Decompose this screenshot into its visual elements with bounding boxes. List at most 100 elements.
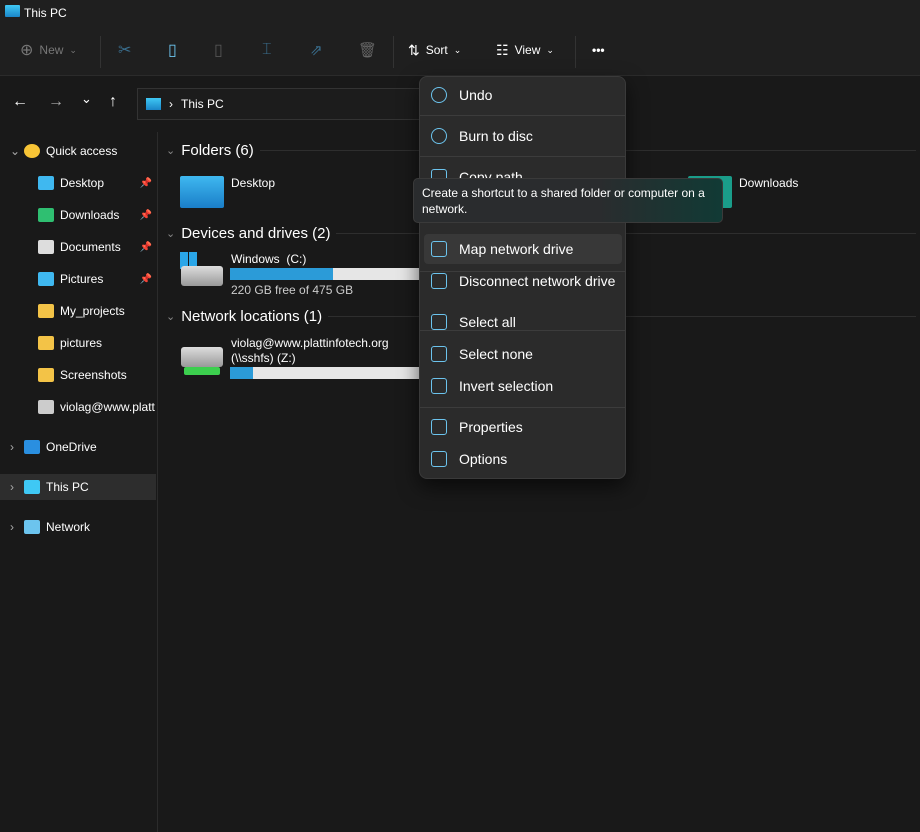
drive-z-usage-bar xyxy=(230,367,420,379)
cut-icon[interactable]: ✂ xyxy=(118,28,131,72)
options-icon xyxy=(431,451,447,467)
folder-icon xyxy=(38,304,54,318)
map-drive-icon xyxy=(431,241,447,257)
menu-divider xyxy=(420,156,625,157)
select-none-icon xyxy=(431,346,447,362)
breadcrumb[interactable]: This PC xyxy=(181,97,224,111)
menu-item-select-none[interactable]: Select none xyxy=(424,339,622,369)
chevron-right-icon[interactable]: › xyxy=(10,440,24,454)
sidebar-item-pictures[interactable]: Pictures 📌 xyxy=(0,266,156,292)
sidebar-item-label: OneDrive xyxy=(46,440,97,454)
sidebar-item-this-pc[interactable]: › This PC xyxy=(0,474,156,500)
folder-desktop[interactable]: Desktop xyxy=(180,172,380,212)
menu-item-burn-to-disc[interactable]: Burn to disc xyxy=(424,121,622,151)
chevron-down-icon[interactable]: ⌄ xyxy=(10,144,24,158)
download-icon xyxy=(38,208,54,222)
chevron-down-icon: ⌄ xyxy=(166,311,176,323)
sidebar-item-label: My_projects xyxy=(60,304,125,318)
computer-icon xyxy=(5,5,20,17)
sort-button[interactable]: ⇅ Sort ⌄ xyxy=(408,28,461,72)
menu-item-options[interactable]: Options xyxy=(424,444,622,474)
sidebar-item-downloads[interactable]: Downloads 📌 xyxy=(0,202,156,228)
navigation-pane: ⌄ Quick access Desktop 📌 Downloads 📌 Documents… xyxy=(0,132,158,832)
sidebar-item-quick-access[interactable]: ⌄ Quick access xyxy=(0,138,156,164)
properties-icon xyxy=(431,419,447,435)
invert-selection-icon xyxy=(431,378,447,394)
drive-c[interactable]: Windows (C:) 220 GB free of 475 GB xyxy=(180,250,430,300)
plus-circle-icon: ⊕ xyxy=(20,42,34,59)
hard-drive-icon xyxy=(181,266,223,286)
sidebar-item-network[interactable]: › Network xyxy=(0,514,156,540)
paste-icon[interactable]: ▯ xyxy=(214,28,223,72)
drive-z[interactable]: violag@www.plattinfotech.org (\\sshfs) (… xyxy=(180,335,430,385)
rename-icon[interactable]: ⌶ xyxy=(262,28,272,72)
sidebar-item-label: violag@www.platt xyxy=(60,400,155,414)
folder-icon xyxy=(38,368,54,382)
computer-icon xyxy=(24,480,40,494)
sidebar-item-label: pictures xyxy=(60,336,103,350)
menu-item-undo[interactable]: Undo xyxy=(424,80,622,110)
chevron-down-icon: ⌄ xyxy=(453,44,462,55)
sidebar-item-documents[interactable]: Documents 📌 xyxy=(0,234,156,260)
menu-divider xyxy=(420,115,625,116)
recent-chevron-icon[interactable]: ⌄ xyxy=(81,91,92,107)
sidebar-item-label: Network xyxy=(46,520,91,534)
pin-icon: 📌 xyxy=(139,209,152,221)
menu-item-map-network-drive[interactable]: Map network drive xyxy=(424,234,622,264)
copy-icon[interactable]: ▯ xyxy=(168,28,177,72)
sidebar-item-onedrive[interactable]: › OneDrive xyxy=(0,434,156,460)
disconnect-drive-icon xyxy=(431,273,447,289)
document-icon xyxy=(38,240,54,254)
undo-icon xyxy=(431,87,447,103)
cloud-icon xyxy=(24,440,40,454)
burn-disc-icon xyxy=(431,128,447,144)
sidebar-item-screenshots[interactable]: Screenshots xyxy=(0,362,156,388)
forward-arrow-icon[interactable]: → xyxy=(48,93,64,111)
delete-icon[interactable]: 🗑 xyxy=(358,28,377,72)
breadcrumb-chevron-icon: › xyxy=(169,97,173,111)
select-all-icon xyxy=(431,314,447,330)
view-list-icon: ☷ xyxy=(496,41,509,58)
menu-item-properties[interactable]: Properties xyxy=(424,412,622,442)
desktop-icon xyxy=(38,176,54,190)
back-arrow-icon[interactable]: ← xyxy=(12,93,28,111)
chevron-right-icon[interactable]: › xyxy=(10,520,24,534)
window-title: This PC xyxy=(24,6,67,20)
chevron-down-icon: ⌄ xyxy=(69,44,77,55)
drive-c-usage-bar xyxy=(230,268,420,280)
title-bar: This PC xyxy=(0,0,920,28)
network-drive-icon xyxy=(181,347,223,367)
menu-divider xyxy=(420,407,625,408)
sidebar-item-label: Desktop xyxy=(60,176,105,190)
sidebar-item-label: Downloads xyxy=(60,208,120,222)
menu-item-select-all[interactable]: Select all xyxy=(424,307,622,337)
share-icon[interactable]: ⇗ xyxy=(310,28,323,72)
folder-icon xyxy=(38,336,54,350)
up-arrow-icon[interactable]: ↑ xyxy=(109,93,117,111)
sidebar-item-desktop[interactable]: Desktop 📌 xyxy=(0,170,156,196)
pin-icon: 📌 xyxy=(139,177,152,189)
pin-icon: 📌 xyxy=(139,241,152,253)
sidebar-item-pictures[interactable]: pictures xyxy=(0,330,156,356)
sidebar-item-my-projects[interactable]: My_projects xyxy=(0,298,156,324)
chevron-down-icon: ⌄ xyxy=(166,228,176,240)
more-options-menu: Undo Burn to disc Copy path Map network dri… xyxy=(419,76,626,479)
sidebar-item-label: Documents xyxy=(60,240,121,254)
sidebar-item-label: Pictures xyxy=(60,272,104,286)
computer-icon xyxy=(146,98,161,110)
sidebar-item-label: This PC xyxy=(46,480,89,494)
sort-icon: ⇅ xyxy=(408,41,420,58)
address-bar[interactable]: › This PC xyxy=(137,88,437,120)
view-button[interactable]: ☷ View ⌄ xyxy=(496,28,554,72)
menu-divider xyxy=(420,271,625,272)
tooltip: Create a shortcut to a shared folder or … xyxy=(413,178,723,223)
new-button[interactable]: ⊕ New ⌄ xyxy=(20,28,77,72)
network-icon xyxy=(24,520,40,534)
pictures-icon xyxy=(38,272,54,286)
command-bar: ⊕ New ⌄ ✂ ▯ ▯ ⌶ ⇗ 🗑 ⇅ Sort ⌄ ☷ View ⌄ ••• xyxy=(0,28,920,76)
more-options-button[interactable]: ••• xyxy=(592,28,605,72)
menu-item-invert-selection[interactable]: Invert selection xyxy=(424,371,622,401)
sidebar-item-violag-www-platt[interactable]: violag@www.platt xyxy=(0,394,156,420)
chevron-right-icon[interactable]: › xyxy=(10,480,24,494)
network-drive-icon xyxy=(38,400,54,414)
